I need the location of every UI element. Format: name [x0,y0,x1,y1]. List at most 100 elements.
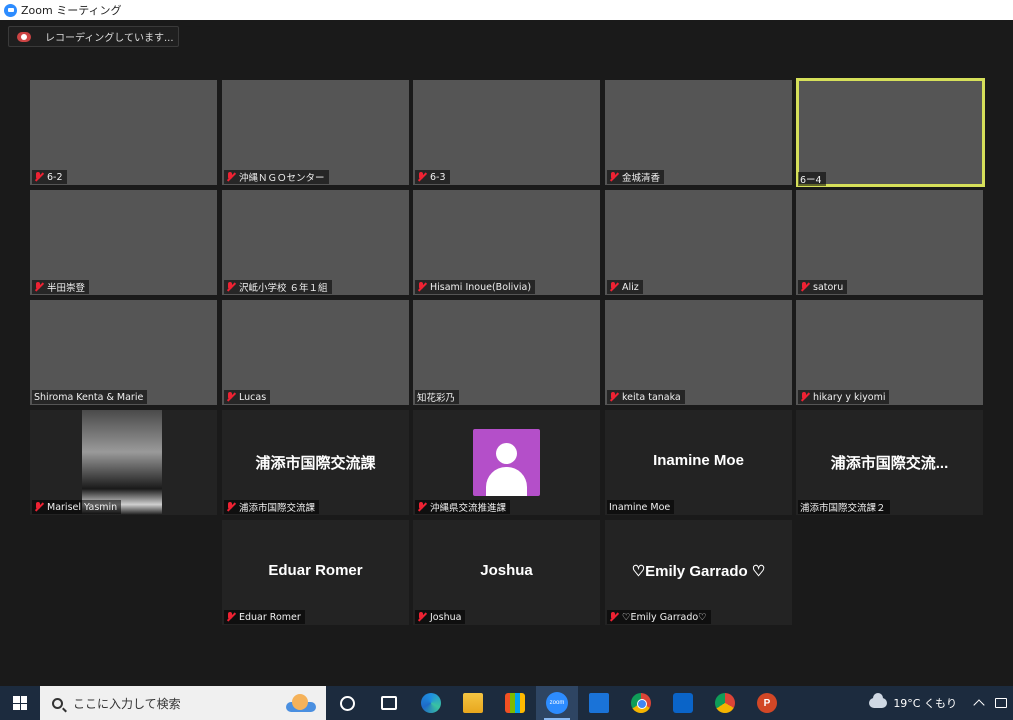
chrome-icon [631,693,651,713]
participant-name-label: Shiroma Kenta & Marie [32,390,148,404]
video-tile[interactable]: 沖縄ＮＧＯセンター [222,80,409,185]
participant-display-name: Joshua [480,562,533,579]
edge-icon [421,693,441,713]
search-placeholder: ここに入力して検索 [73,696,181,711]
chevron-up-icon[interactable] [973,699,985,711]
mail-icon [589,693,609,713]
edge-button[interactable] [410,686,452,720]
video-tile[interactable]: Aliz [605,190,792,295]
monitor-icon[interactable] [995,698,1007,708]
window-titlebar: Zoom ミーティング [0,0,1013,20]
outlook-button[interactable] [662,686,704,720]
muted-mic-icon [34,172,43,182]
participant-name-label: Eduar Romer [224,610,305,624]
participant-display-name: 浦添市国際交流... [830,455,949,472]
muted-mic-icon [609,612,618,622]
participant-display-name: ♡Emily Garrado ♡ [631,563,766,580]
muted-mic-icon [34,282,43,292]
active-speaker-tile[interactable]: 6ー4 [796,78,985,187]
participant-name-label: 6ー4 [798,172,826,186]
participant-name-label: 沖縄県交流推進課 [415,500,511,514]
name-tile[interactable]: ♡Emily Garrado ♡ ♡Emily Garrado♡ [605,520,792,625]
participant-name-label: 半田崇登 [32,280,90,294]
weather-text[interactable]: 19°C くもり [893,695,957,711]
search-highlight-icon [286,692,316,714]
name-tile[interactable]: Joshua Joshua [413,520,600,625]
name-tile[interactable]: 浦添市国際交流課 浦添市国際交流課 [222,410,409,515]
muted-mic-icon [417,502,426,512]
participant-name-label: keita tanaka [607,390,685,404]
task-view-icon [381,696,397,710]
participant-name-label: 金城清香 [607,170,665,184]
participant-name-label: Marisel Yasmin [32,500,122,514]
participant-name-label: satoru [798,280,848,294]
muted-mic-icon [226,392,235,402]
video-tile[interactable]: Hisami Inoue(Bolivia) [413,190,600,295]
outlook-icon [673,693,693,713]
video-tile[interactable]: Shiroma Kenta & Marie [30,300,217,405]
muted-mic-icon [417,172,426,182]
chrome-button[interactable] [620,686,662,720]
video-tile[interactable]: keita tanaka [605,300,792,405]
muted-mic-icon [800,282,809,292]
taskbar-search-box[interactable]: ここに入力して検索 [40,686,326,720]
zoom-logo-icon [4,3,17,17]
muted-mic-icon [34,502,43,512]
participant-display-name: Eduar Romer [268,562,363,579]
cortana-icon [339,695,355,711]
participant-name-label: Aliz [607,280,643,294]
muted-mic-icon [226,282,235,292]
windows-start-button[interactable] [0,686,40,720]
system-tray: 19°C くもり [869,686,1013,720]
participant-name-label: 沖縄ＮＧＯセンター [224,170,329,184]
recording-indicator[interactable]: レコーディングしています... [8,26,179,47]
powerpoint-icon: P [757,693,777,713]
file-explorer-button[interactable] [452,686,494,720]
muted-mic-icon [609,282,618,292]
video-tile[interactable]: 6-3 [413,80,600,185]
chrome-profile-button[interactable] [704,686,746,720]
participant-display-name: 浦添市国際交流課 [255,455,376,472]
zoom-icon: zoom [546,692,568,714]
participant-name-label: Hisami Inoue(Bolivia) [415,280,536,294]
video-tile[interactable]: 沢岻小学校 ６年１組 [222,190,409,295]
video-tile[interactable]: Marisel Yasmin [30,410,217,515]
participant-name-label: Joshua [415,610,466,624]
file-explorer-icon [463,693,483,713]
participant-name-label: 6-2 [32,170,67,184]
video-tile[interactable]: hikary y kiyomi [796,300,983,405]
video-tile[interactable]: Lucas [222,300,409,405]
mail-button[interactable] [578,686,620,720]
store-button[interactable] [494,686,536,720]
video-tile[interactable]: satoru [796,190,983,295]
video-tile[interactable]: 半田崇登 [30,190,217,295]
powerpoint-button[interactable]: P [746,686,788,720]
muted-mic-icon [417,612,426,622]
participant-name-label: Lucas [224,390,271,404]
participant-name-label: 6-3 [415,170,450,184]
name-tile[interactable]: Inamine Moe Inamine Moe [605,410,792,515]
muted-mic-icon [226,612,235,622]
muted-mic-icon [226,502,235,512]
task-view-button[interactable] [368,686,410,720]
muted-mic-icon [800,392,809,402]
cortana-button[interactable] [326,686,368,720]
name-tile[interactable]: Eduar Romer Eduar Romer [222,520,409,625]
video-tile[interactable]: 金城清香 [605,80,792,185]
muted-mic-icon [417,282,426,292]
video-tile[interactable]: 知花彩乃 [413,300,600,405]
search-icon [52,697,63,709]
store-icon [505,693,525,713]
name-tile[interactable]: 浦添市国際交流... 浦添市国際交流課２ [796,410,983,515]
participant-name-label: hikary y kiyomi [798,390,890,404]
participant-display-name: Inamine Moe [653,452,744,469]
windows-start-icon [13,696,27,710]
video-tile[interactable]: 6-2 [30,80,217,185]
muted-mic-icon [609,392,618,402]
windows-taskbar: ここに入力して検索 zoom P 19°C くもり [0,686,1013,720]
muted-mic-icon [609,172,618,182]
avatar-tile[interactable]: 沖縄県交流推進課 [413,410,600,515]
meeting-area: レコーディングしています... 6-2 沖縄ＮＧＯセンター 6-3 金城清香 6… [0,20,1013,686]
window-title: Zoom ミーティング [21,4,122,17]
zoom-taskbar-button[interactable]: zoom [536,686,578,720]
